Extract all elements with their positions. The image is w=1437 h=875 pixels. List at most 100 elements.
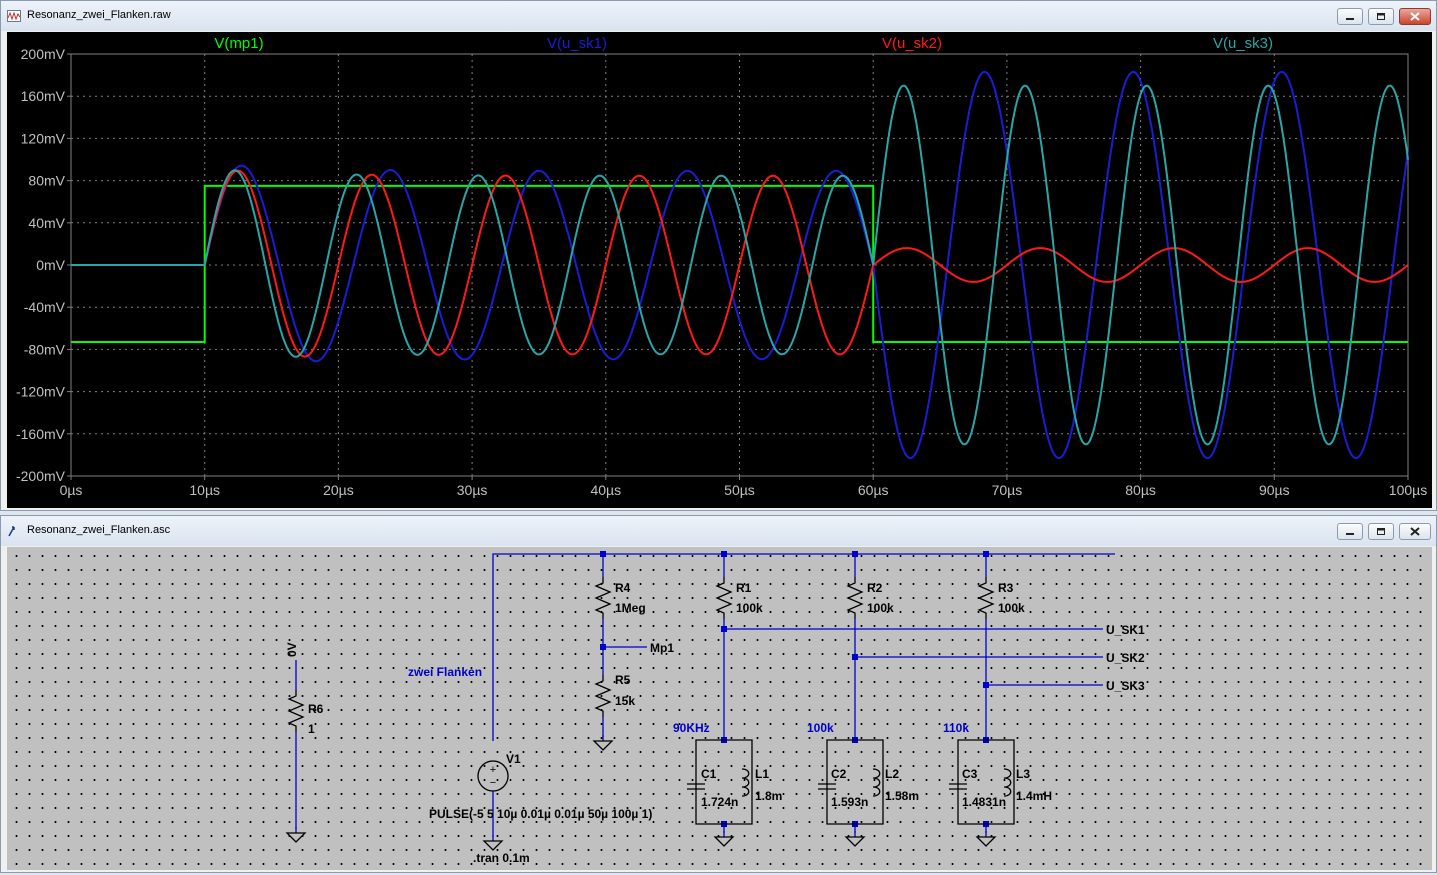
y-tick-label: 80mV (28, 173, 65, 189)
y-axis-ticks: 200mV 160mV 120mV 80mV 40mV 0mV -40mV -80mV -120… (16, 46, 71, 484)
l3-name: L3 (1016, 767, 1030, 781)
minimize-icon (1346, 533, 1354, 535)
schematic-close-button[interactable] (1399, 523, 1431, 540)
y-tick-label: -200mV (16, 468, 66, 484)
series-group (71, 70, 1409, 460)
c1-name: C1 (701, 767, 717, 781)
net-label-u-sk1: U_SK1 (1106, 623, 1145, 637)
waveform-titlebar[interactable]: Resonanz_zwei_Flanken.raw (1, 1, 1436, 31)
r6-name: R6 (308, 702, 324, 716)
c2-name: C2 (831, 767, 847, 781)
schematic-window: Resonanz_zwei_Flanken.asc + − 0V R6 1 zw… (0, 515, 1437, 873)
ground-icon (286, 826, 306, 843)
x-tick-label: 70µs (992, 482, 1023, 498)
r4-value: 1Meg (615, 601, 646, 615)
tran-directive[interactable]: .tran 0.1m (473, 851, 530, 865)
schematic-drawing[interactable]: + − 0V R6 1 zwei Flanken V1 PULSE(-5 5 1… (7, 547, 1432, 870)
r1-name: R1 (736, 581, 752, 595)
y-tick-label: 160mV (21, 88, 66, 104)
l2-name: L2 (885, 767, 899, 781)
net-label-u-sk3: U_SK3 (1106, 679, 1145, 693)
y-tick-label: 0mV (36, 257, 65, 273)
l2-value: 1.58m (885, 789, 919, 803)
y-tick-label: 40mV (28, 215, 65, 231)
waveform-maximize-button[interactable] (1368, 8, 1394, 25)
y-tick-label: -80mV (24, 341, 66, 357)
y-tick-label: -160mV (16, 426, 66, 442)
voltage-source-v1[interactable]: + − (477, 760, 509, 792)
minimize-icon (1346, 18, 1354, 20)
resistor-r2[interactable] (847, 576, 863, 620)
y-tick-label: -120mV (16, 384, 66, 400)
ground-icon (845, 830, 865, 847)
x-tick-label: 90µs (1259, 482, 1290, 498)
schematic-window-title: Resonanz_zwei_Flanken.asc (27, 524, 171, 536)
l1-value: 1.8m (755, 789, 782, 803)
waveform-window-title: Resonanz_zwei_Flanken.raw (27, 9, 171, 21)
inductor-l3[interactable] (1003, 768, 1012, 797)
inductor-l2[interactable] (872, 768, 881, 797)
x-tick-label: 10µs (189, 482, 220, 498)
resistor-r4[interactable] (595, 576, 611, 620)
r2-name: R2 (867, 581, 883, 595)
l3-value: 1.4mH (1016, 789, 1052, 803)
schematic-canvas[interactable]: + − 0V R6 1 zwei Flanken V1 PULSE(-5 5 1… (7, 547, 1432, 870)
ground-label: 0V (285, 642, 299, 657)
legend-entry: V(mp1) (214, 35, 263, 52)
net-label-u-sk2: U_SK2 (1106, 651, 1145, 665)
waveform-close-button[interactable] (1399, 8, 1431, 25)
svg-text:−: − (490, 777, 496, 789)
waveform-window: Resonanz_zwei_Flanken.raw 0µs 10µs 20µs 30µ… (0, 0, 1437, 511)
x-axis-ticks: 0µs 10µs 20µs 30µs 40µs 50µs 60µs 70µs 80µs 90µs 1… (60, 476, 1427, 498)
r1-value: 100k (736, 601, 763, 615)
ground-icon (593, 734, 613, 751)
schematic-maximize-button[interactable] (1368, 523, 1394, 540)
r3-value: 100k (998, 601, 1025, 615)
x-tick-label: 100µs (1389, 482, 1427, 498)
schematic-titlebar[interactable]: Resonanz_zwei_Flanken.asc (1, 516, 1436, 546)
legend: V(mp1) V(u_sk1) V(u_sk2) V(u_sk3) (214, 35, 1273, 52)
close-icon (1410, 527, 1420, 536)
y-tick-label: -40mV (24, 299, 66, 315)
r6-value: 1 (308, 722, 315, 736)
c2-value: 1.593n (831, 795, 868, 809)
ground-icon (483, 834, 503, 851)
r3-name: R3 (998, 581, 1014, 595)
v1-name: V1 (506, 752, 521, 766)
x-tick-label: 80µs (1125, 482, 1156, 498)
freq-label-2: 100k (807, 721, 834, 735)
resistor-r6[interactable] (288, 689, 304, 733)
freq-label-3: 110k (943, 721, 969, 735)
waveform-file-icon (7, 10, 21, 22)
mp1-label: Mp1 (650, 641, 674, 655)
legend-entry: V(u_sk3) (1213, 35, 1273, 52)
resistor-r5[interactable] (595, 674, 611, 718)
y-tick-label: 120mV (21, 130, 66, 146)
resistor-r1[interactable] (716, 576, 732, 620)
freq-label-1: 90KHz (673, 721, 710, 735)
inductor-l1[interactable] (741, 768, 750, 797)
legend-entry: V(u_sk1) (547, 35, 607, 52)
svg-text:+: + (490, 764, 496, 776)
x-tick-label: 50µs (724, 482, 755, 498)
junction-dots (600, 551, 989, 827)
c3-value: 1.4831n (962, 795, 1006, 809)
x-tick-label: 20µs (323, 482, 354, 498)
waveform-plot-pane[interactable]: 0µs 10µs 20µs 30µs 40µs 50µs 60µs 70µs 80µs 90µs 1… (7, 32, 1432, 508)
r5-value: 15k (615, 694, 635, 708)
legend-entry: V(u_sk2) (882, 35, 942, 52)
c1-value: 1.724n (701, 795, 738, 809)
waveform-minimize-button[interactable] (1337, 8, 1363, 25)
r2-value: 100k (867, 601, 894, 615)
close-icon (1410, 12, 1420, 21)
x-tick-label: 0µs (60, 482, 83, 498)
maximize-icon (1377, 13, 1385, 20)
schematic-minimize-button[interactable] (1337, 523, 1363, 540)
schematic-file-icon (8, 526, 15, 537)
ground-icon (714, 830, 734, 847)
resistor-r3[interactable] (978, 576, 994, 620)
waveform-chart[interactable]: 0µs 10µs 20µs 30µs 40µs 50µs 60µs 70µs 80µs 90µs 1… (7, 32, 1432, 508)
x-tick-label: 40µs (590, 482, 621, 498)
ground-icon (976, 830, 996, 847)
l1-name: L1 (755, 767, 769, 781)
